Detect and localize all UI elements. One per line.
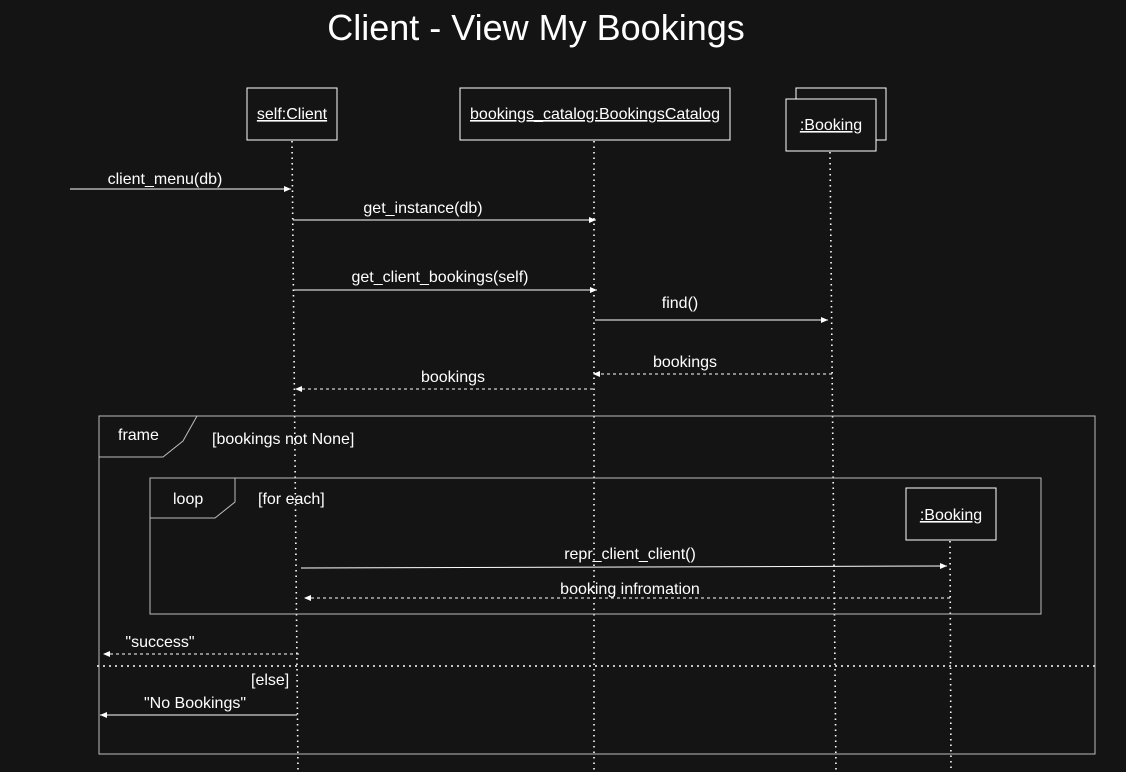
sequence-diagram: Client - View My Bookings self:Client bo… bbox=[70, 7, 1096, 772]
message-get-instance-label: get_instance(db) bbox=[363, 200, 482, 217]
lifeline-booking bbox=[829, 151, 837, 772]
participant-catalog: bookings_catalog:BookingsCatalog bbox=[459, 87, 731, 141]
message-no-bookings-label: "No Bookings" bbox=[144, 695, 246, 712]
participant-booking-label: :Booking bbox=[800, 117, 862, 134]
participant-client-label: self:Client bbox=[257, 106, 328, 123]
return-success-label: "success" bbox=[125, 634, 194, 651]
return-booking-information-label: booking infromation bbox=[560, 581, 700, 598]
participant-catalog-label: bookings_catalog:BookingsCatalog bbox=[470, 106, 720, 123]
lifeline-booking-inner bbox=[949, 540, 952, 772]
message-client-menu-label: client_menu(db) bbox=[108, 171, 223, 188]
participant-booking-inner: :Booking bbox=[905, 487, 997, 541]
fragment-loop-guard: [for each] bbox=[258, 491, 325, 508]
message-find-label: find() bbox=[662, 295, 698, 312]
participant-booking: :Booking bbox=[785, 87, 887, 152]
fragment-else-guard: [else] bbox=[251, 672, 289, 689]
fragment-frame-guard: [bookings not None] bbox=[212, 431, 354, 448]
lifeline-client bbox=[291, 140, 299, 772]
message-repr-client bbox=[300, 563, 948, 570]
return-bookings-to-catalog-label: bookings bbox=[653, 354, 717, 371]
participant-client: self:Client bbox=[246, 87, 338, 141]
participant-booking-inner-label: :Booking bbox=[920, 507, 982, 524]
fragment-loop-keyword: loop bbox=[173, 491, 203, 508]
message-get-client-bookings-label: get_client_bookings(self) bbox=[352, 269, 529, 286]
message-repr-client-label: repr_client_client() bbox=[564, 546, 696, 563]
diagram-title: Client - View My Bookings bbox=[327, 7, 745, 48]
fragment-frame-keyword: frame bbox=[118, 427, 159, 444]
return-bookings-to-client-label: bookings bbox=[421, 369, 485, 386]
